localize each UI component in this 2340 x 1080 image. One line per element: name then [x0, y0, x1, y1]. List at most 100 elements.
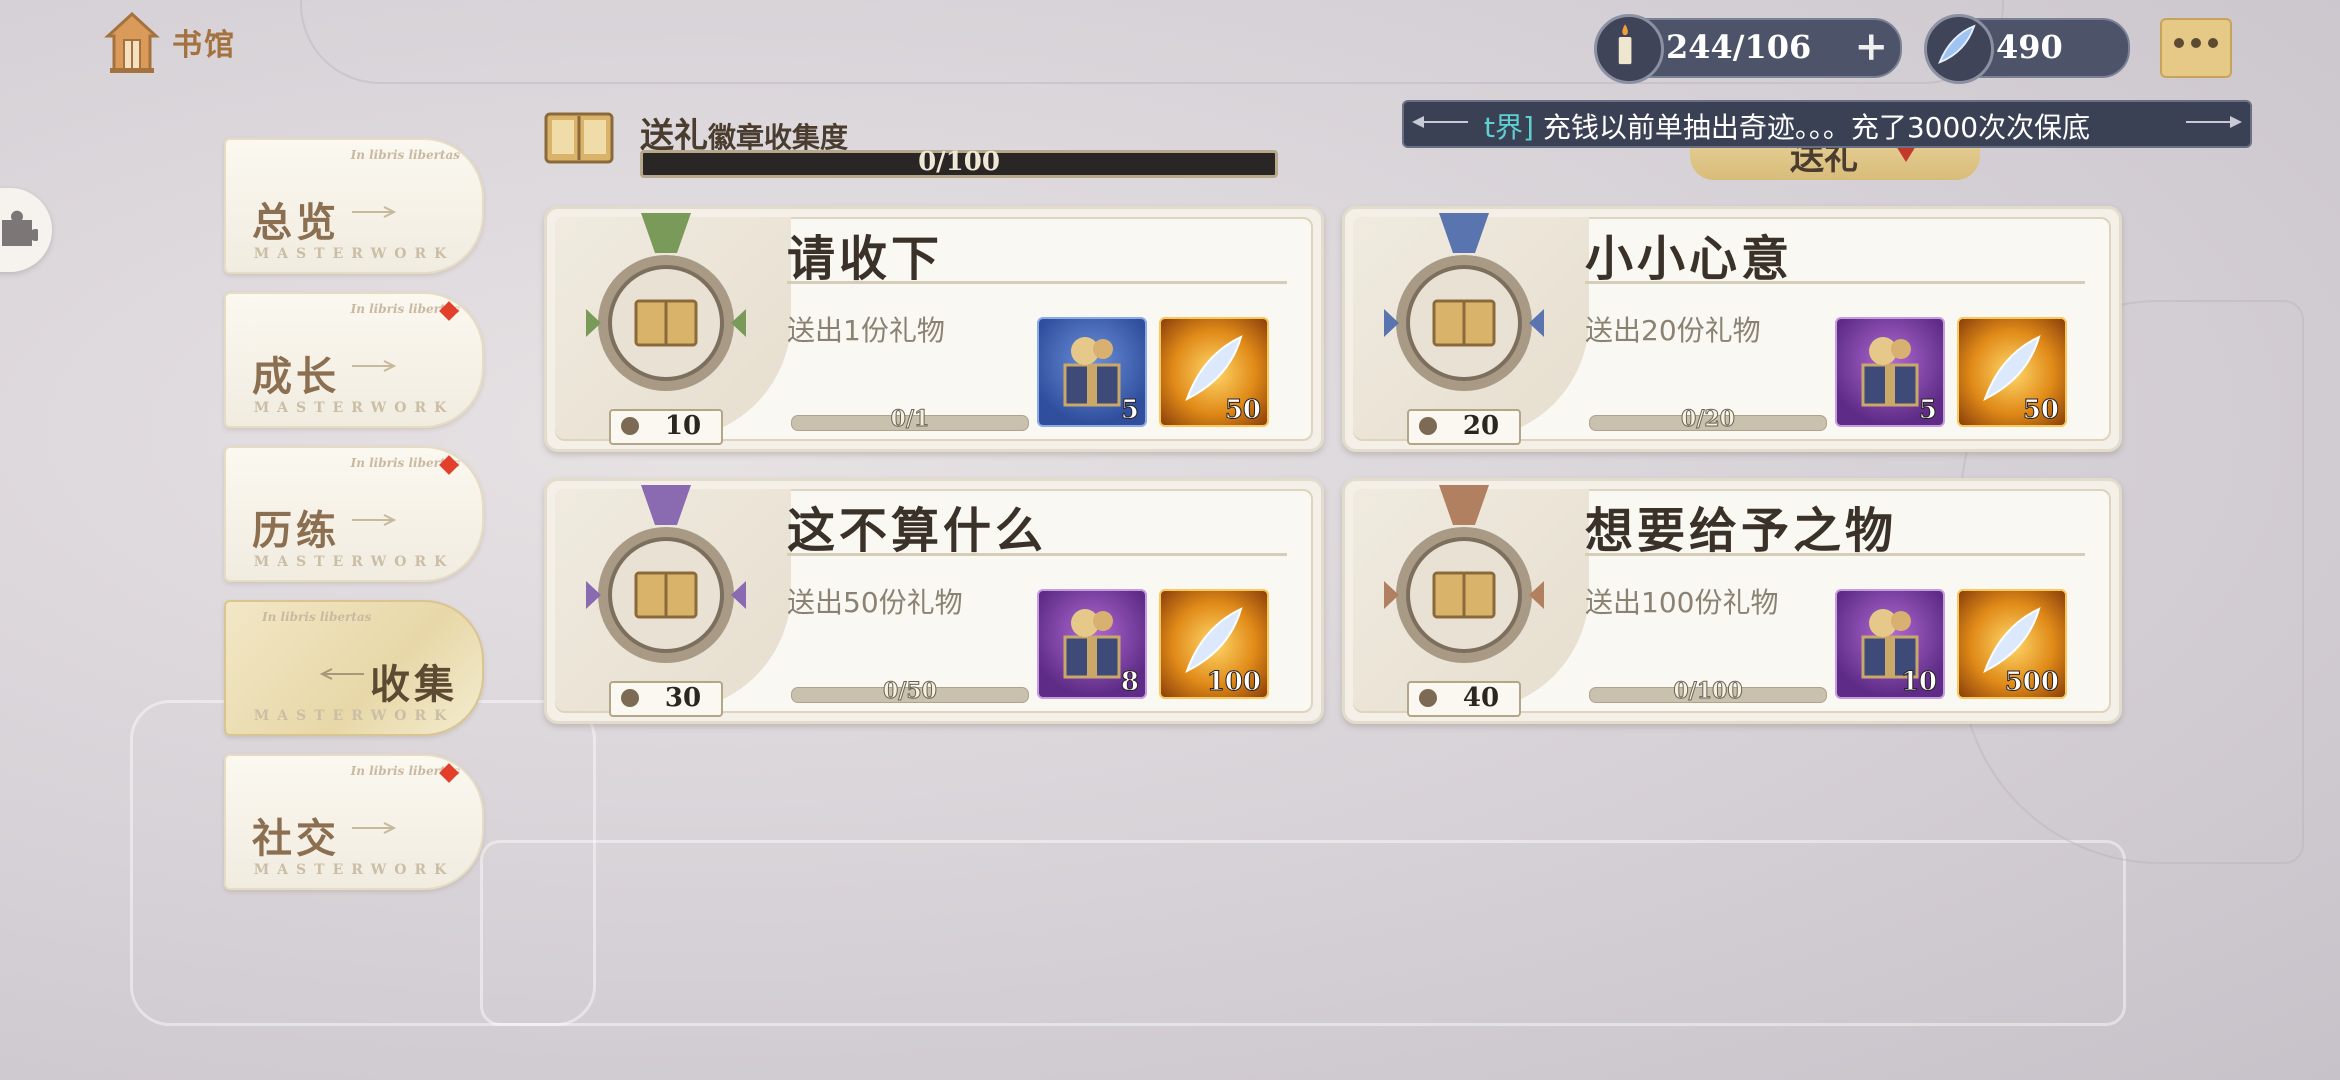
library-house-icon	[104, 11, 160, 73]
arrow-right-icon	[352, 514, 397, 526]
reward-count: 8	[1120, 667, 1139, 698]
reward-feather-item[interactable]: 50	[1957, 317, 2067, 427]
tab-collection[interactable]: In libris libertas 收集 MASTERWORK	[224, 600, 484, 736]
card-description: 送出1份礼物	[787, 314, 945, 347]
reward-feather-item[interactable]: 100	[1159, 589, 1269, 699]
tab-motto: In libris libertas	[262, 610, 372, 624]
badge-medal-icon	[586, 485, 746, 663]
tab-training[interactable]: In libris libertas 历练 MASTERWORK	[224, 446, 484, 582]
progress-value: 0/100	[918, 147, 1000, 177]
dropdown-arrow-icon	[1896, 146, 1916, 162]
reward-gift-item[interactable]: 5	[1835, 317, 1945, 427]
world-chat-marquee[interactable]: t界] 充钱以前单抽出奇迹。。。充了3000次次保底	[1402, 100, 2252, 148]
tab-footer: MASTERWORK	[253, 400, 455, 416]
title-divider	[787, 553, 1287, 556]
progress-bar: 0/100	[640, 147, 1278, 178]
card-title: 这不算什么	[787, 503, 1048, 559]
arrow-right-icon	[352, 360, 397, 372]
add-stamina-button[interactable]: +	[1854, 27, 1888, 67]
tab-footer: MASTERWORK	[253, 246, 455, 262]
tab-label: 成长	[252, 353, 340, 400]
side-puzzle-button[interactable]	[0, 188, 52, 272]
level-value: 40	[1462, 683, 1500, 713]
badge-medal-icon	[1384, 485, 1544, 663]
task-progress-text: 0/50	[883, 678, 938, 705]
tab-label: 历练	[252, 507, 340, 554]
level-value: 20	[1462, 411, 1500, 441]
card-description: 送出50份礼物	[787, 586, 963, 619]
card-description: 送出20份礼物	[1585, 314, 1761, 347]
level-gear-icon	[1419, 417, 1437, 435]
crystal-counter: 490	[1924, 14, 2130, 84]
reward-count: 10	[1900, 667, 1937, 698]
card-description: 送出100份礼物	[1585, 586, 1779, 619]
puzzle-icon	[2, 210, 38, 246]
marquee-tag: t界]	[1484, 111, 1534, 144]
title-divider	[787, 281, 1287, 284]
chat-button[interactable]	[2160, 18, 2232, 78]
badge-card[interactable]: 20 小小心意 送出20份礼物 0/20 5 50	[1342, 206, 2122, 452]
level-gear-icon	[621, 689, 639, 707]
open-book-icon	[544, 112, 614, 164]
badge-medal-icon	[1384, 213, 1544, 391]
task-progress-text: 0/1	[890, 406, 930, 433]
reward-feather-item[interactable]: 500	[1957, 589, 2067, 699]
task-progress-bar: 0/100	[1589, 678, 1827, 705]
badge-medal-icon	[586, 213, 746, 391]
tab-overview[interactable]: In libris libertas 总览 MASTERWORK	[224, 138, 484, 274]
reward-gift-item[interactable]: 8	[1037, 589, 1147, 699]
level-value: 30	[664, 683, 702, 713]
badge-card[interactable]: 40 想要给予之物 送出100份礼物 0/100 10 500	[1342, 478, 2122, 724]
level-gear-icon	[1419, 689, 1437, 707]
chat-dot	[2208, 38, 2218, 48]
level-value: 10	[664, 411, 702, 441]
marquee-message: 充钱以前单抽出奇迹。。。充了3000次次保底	[1542, 111, 2091, 144]
tab-social[interactable]: In libris libertas 社交 MASTERWORK	[224, 754, 484, 890]
arrow-right-icon	[352, 206, 397, 218]
tab-label: 总览	[252, 199, 340, 246]
marquee-text: t界] 充钱以前单抽出奇迹。。。充了3000次次保底	[1484, 106, 2090, 146]
reward-count: 50	[2022, 395, 2059, 426]
stamina-counter: 244/106 +	[1594, 14, 1902, 84]
reward-count: 5	[1120, 395, 1139, 426]
card-title: 请收下	[787, 231, 944, 287]
card-title: 小小心意	[1585, 231, 1794, 287]
reward-count: 5	[1918, 395, 1937, 426]
stamina-value: 244/106	[1666, 28, 1812, 66]
badge-level: 30	[609, 681, 723, 717]
reward-count: 500	[2004, 667, 2059, 698]
ornament-right-icon	[2186, 116, 2242, 128]
tab-label: 社交	[252, 815, 340, 862]
task-progress-bar: 0/50	[791, 678, 1029, 705]
level-gear-icon	[621, 417, 639, 435]
card-title: 想要给予之物	[1585, 503, 1898, 559]
badge-level: 10	[609, 409, 723, 445]
reward-gift-item[interactable]: 5	[1037, 317, 1147, 427]
tab-footer: MASTERWORK	[253, 708, 455, 724]
chat-dot	[2191, 38, 2201, 48]
badge-level: 40	[1407, 681, 1521, 717]
reward-gift-item[interactable]: 10	[1835, 589, 1945, 699]
feather-crystal-icon	[1924, 14, 1994, 84]
tab-label: 收集	[370, 661, 458, 708]
chat-bubble-icon	[2174, 38, 2184, 48]
badge-level: 20	[1407, 409, 1521, 445]
task-progress-text: 0/20	[1681, 406, 1736, 433]
badge-card[interactable]: 30 这不算什么 送出50份礼物 0/50 8 100	[544, 478, 1324, 724]
ornament-left-icon	[1412, 116, 1468, 128]
tab-footer: MASTERWORK	[253, 554, 455, 570]
crystal-value: 490	[1996, 28, 2063, 66]
task-progress-bar: 0/20	[1589, 406, 1827, 433]
tab-growth[interactable]: In libris libertas 成长 MASTERWORK	[224, 292, 484, 428]
badge-card[interactable]: 10 请收下 送出1份礼物 0/1 5 50	[544, 206, 1324, 452]
candle-icon	[1594, 14, 1664, 84]
home-button[interactable]: 书馆	[104, 10, 236, 74]
reward-feather-item[interactable]: 50	[1159, 317, 1269, 427]
title-divider	[1585, 553, 2085, 556]
reward-count: 50	[1224, 395, 1261, 426]
home-label: 书馆	[172, 28, 236, 63]
title-divider	[1585, 281, 2085, 284]
task-progress-text: 0/100	[1673, 678, 1743, 705]
bg-ornament-bottom	[480, 840, 2126, 1026]
arrow-left-icon	[319, 668, 364, 680]
